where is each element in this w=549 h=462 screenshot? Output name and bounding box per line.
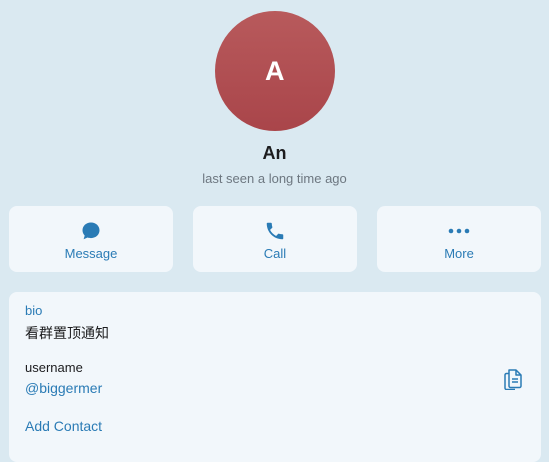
message-button[interactable]: Message xyxy=(9,206,173,272)
info-card: bio 看群置顶通知 username @biggermer Add Conta… xyxy=(9,292,541,462)
bio-value: 看群置顶通知 xyxy=(25,326,109,342)
profile-name: An xyxy=(262,143,287,163)
call-label: Call xyxy=(263,246,287,261)
call-button[interactable]: Call xyxy=(193,206,357,272)
copy-icon[interactable] xyxy=(502,366,524,391)
last-seen-status: last seen a long time ago xyxy=(202,171,347,186)
chat-bubble-icon xyxy=(80,220,102,242)
bio-label: bio xyxy=(25,303,43,318)
more-button[interactable]: More xyxy=(377,206,541,272)
message-label: Message xyxy=(64,246,118,261)
username-value[interactable]: @biggermer xyxy=(25,380,102,396)
add-contact-button[interactable]: Add Contact xyxy=(25,418,102,434)
phone-icon xyxy=(264,220,286,242)
more-dots-icon xyxy=(448,220,470,242)
avatar-letter: A xyxy=(265,55,285,86)
avatar[interactable]: A xyxy=(215,11,335,131)
username-label: username xyxy=(25,360,83,375)
more-label: More xyxy=(444,246,474,261)
